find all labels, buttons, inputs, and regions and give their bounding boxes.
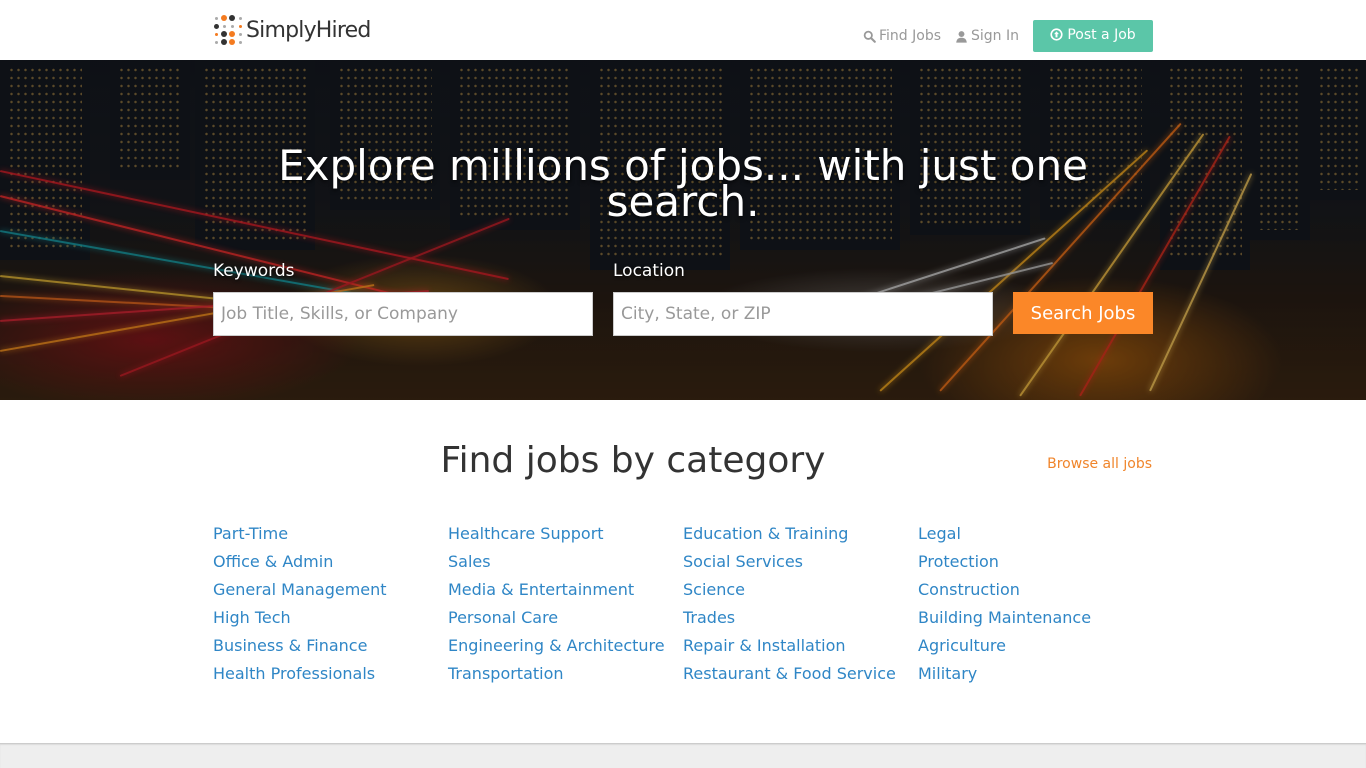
category-link[interactable]: Repair & Installation xyxy=(683,636,846,655)
category-column: Legal Protection Construction Building M… xyxy=(918,522,1153,690)
category-link[interactable]: Military xyxy=(918,664,977,683)
category-link[interactable]: Personal Care xyxy=(448,608,558,627)
category-link[interactable]: Health Professionals xyxy=(213,664,375,683)
browse-all-jobs-link[interactable]: Browse all jobs xyxy=(1047,456,1152,472)
hero-title: Explore millions of jobs... with just on… xyxy=(278,141,1088,226)
category-link[interactable]: High Tech xyxy=(213,608,291,627)
nav-sign-in[interactable]: Sign In xyxy=(955,28,1019,44)
category-grid: Part-Time Office & Admin General Managem… xyxy=(213,522,1153,690)
category-link[interactable]: General Management xyxy=(213,580,387,599)
logo-dots-icon xyxy=(213,15,243,45)
category-column: Part-Time Office & Admin General Managem… xyxy=(213,522,448,690)
footer-strip xyxy=(0,743,1366,768)
keywords-input[interactable] xyxy=(213,292,593,336)
hero-banner: Explore millions of jobs... with just on… xyxy=(0,60,1366,400)
nav-find-jobs-label: Find Jobs xyxy=(878,28,941,44)
location-label: Location xyxy=(613,261,685,281)
post-job-label: Post a Job xyxy=(1067,26,1136,43)
category-link[interactable]: Transportation xyxy=(448,664,564,683)
category-section-title: Find jobs by category xyxy=(440,440,826,481)
category-link[interactable]: Business & Finance xyxy=(213,636,367,655)
search-icon xyxy=(863,30,876,43)
category-link[interactable]: Legal xyxy=(918,524,961,543)
search-jobs-button[interactable]: Search Jobs xyxy=(1013,292,1153,334)
category-link[interactable]: Construction xyxy=(918,580,1020,599)
category-link[interactable]: Engineering & Architecture xyxy=(448,636,665,655)
category-link[interactable]: Healthcare Support xyxy=(448,524,604,543)
post-job-button[interactable]: Post a Job xyxy=(1033,20,1153,52)
category-link[interactable]: Agriculture xyxy=(918,636,1006,655)
category-link[interactable]: Science xyxy=(683,580,745,599)
site-header: SimplyHired Find Jobs Sign In Post a Job xyxy=(0,0,1366,60)
category-link[interactable]: Media & Entertainment xyxy=(448,580,634,599)
category-link[interactable]: Education & Training xyxy=(683,524,848,543)
nav-sign-in-label: Sign In xyxy=(971,28,1019,44)
nav-find-jobs[interactable]: Find Jobs xyxy=(863,28,941,44)
category-link[interactable]: Office & Admin xyxy=(213,552,333,571)
category-link[interactable]: Part-Time xyxy=(213,524,288,543)
simplyhired-logo[interactable]: SimplyHired xyxy=(213,14,371,46)
category-link[interactable]: Building Maintenance xyxy=(918,608,1091,627)
category-link[interactable]: Social Services xyxy=(683,552,803,571)
category-link[interactable]: Protection xyxy=(918,552,999,571)
category-column: Education & Training Social Services Sci… xyxy=(683,522,918,690)
logo-text: SimplyHired xyxy=(246,17,371,43)
category-link[interactable]: Restaurant & Food Service xyxy=(683,664,896,683)
category-link[interactable]: Trades xyxy=(683,608,735,627)
user-icon xyxy=(956,30,967,43)
keywords-label: Keywords xyxy=(213,261,295,281)
category-link[interactable]: Sales xyxy=(448,552,491,571)
category-column: Healthcare Support Sales Media & Enterta… xyxy=(448,522,683,690)
arrow-up-circle-icon xyxy=(1050,28,1063,41)
location-input[interactable] xyxy=(613,292,993,336)
top-nav: Find Jobs Sign In Post a Job xyxy=(863,20,1153,52)
city-night-background xyxy=(0,60,1366,400)
